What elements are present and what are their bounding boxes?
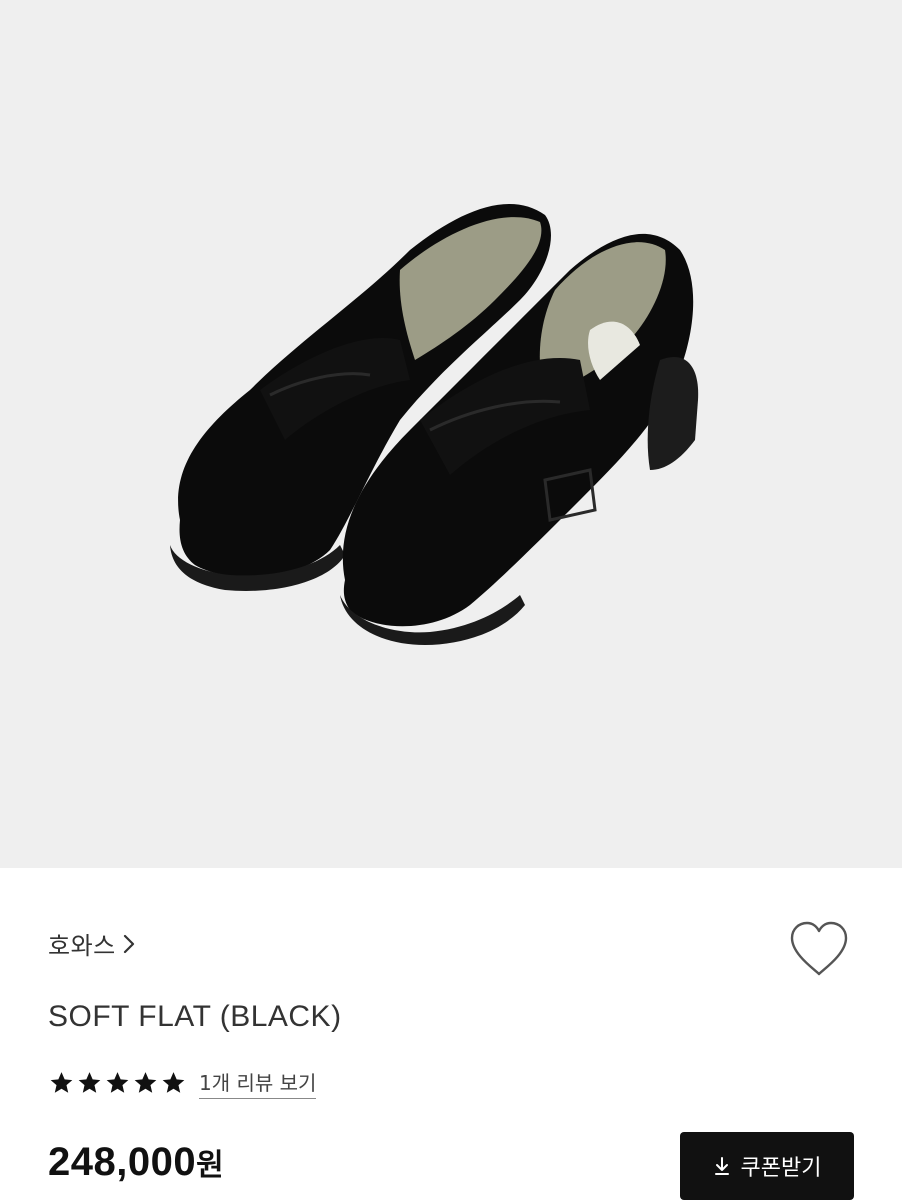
download-icon xyxy=(713,1156,731,1176)
star-filled-icon xyxy=(132,1070,159,1096)
star-filled-icon xyxy=(76,1070,103,1096)
price-unit: 원 xyxy=(196,1148,224,1183)
coupon-button[interactable]: 쿠폰받기 xyxy=(680,1132,854,1200)
review-link[interactable]: 1개 리뷰 보기 xyxy=(199,1067,317,1099)
brand-link[interactable]: 호와스 xyxy=(48,926,136,961)
price-amount: 248,000 xyxy=(48,1140,197,1184)
star-filled-icon xyxy=(48,1070,75,1096)
product-image xyxy=(0,0,902,868)
brand-name: 호와스 xyxy=(48,932,116,960)
star-filled-icon xyxy=(104,1070,131,1096)
wishlist-button[interactable] xyxy=(786,918,852,980)
product-name: SOFT FLAT (BLACK) xyxy=(48,1000,342,1033)
price: 248,000 원 xyxy=(48,1140,224,1185)
rating-row: 1개 리뷰 보기 xyxy=(48,1067,317,1099)
star-filled-icon xyxy=(160,1070,187,1096)
star-rating xyxy=(48,1070,187,1096)
heart-outline-icon xyxy=(786,921,852,984)
coupon-label: 쿠폰받기 xyxy=(740,1155,822,1180)
loafer-shoes-illustration xyxy=(170,203,699,645)
chevron-right-icon xyxy=(122,933,136,955)
